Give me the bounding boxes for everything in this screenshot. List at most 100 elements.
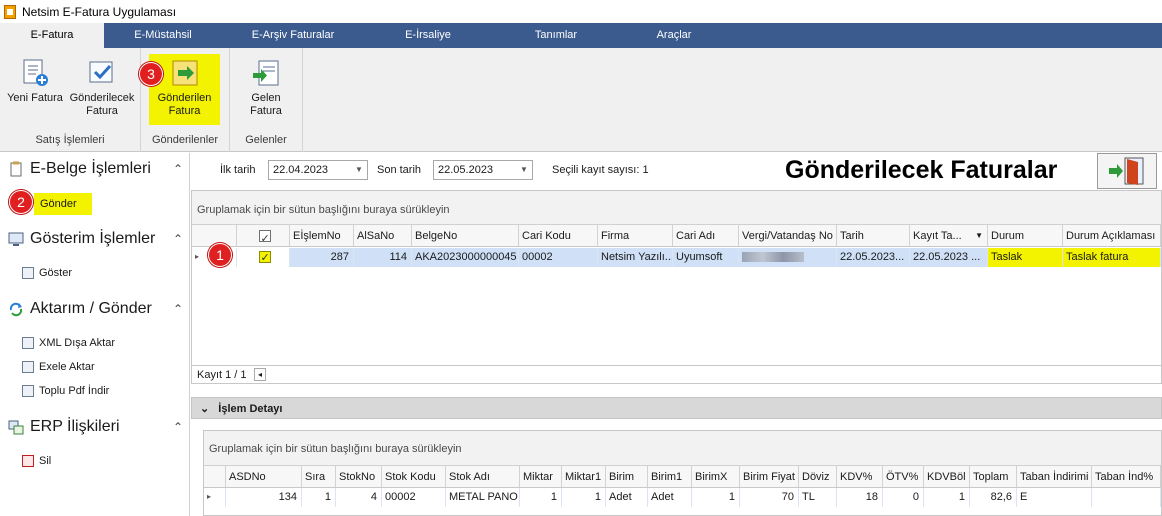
transfer-icon <box>8 301 24 317</box>
incoming-invoice-button[interactable]: Gelen Fatura <box>236 54 296 118</box>
chevron-up-icon[interactable]: ⌃ <box>173 302 183 316</box>
row-indicator-header <box>192 225 237 246</box>
cell-asdno: 134 <box>226 488 302 507</box>
col-stok-adi[interactable]: Stok Adı <box>446 466 520 487</box>
tab-e-arsiv-faturalar[interactable]: E-Arşiv Faturalar <box>222 23 364 48</box>
col-durum-aciklamasi[interactable]: Durum Açıklaması <box>1063 225 1161 246</box>
col-miktar1[interactable]: Miktar1 <box>562 466 606 487</box>
nav-item-excel-export[interactable]: Exele Aktar <box>22 358 95 376</box>
exit-button[interactable] <box>1097 153 1157 189</box>
col-doviz[interactable]: Döviz <box>799 466 837 487</box>
col-otv[interactable]: ÖTV% <box>883 466 924 487</box>
tab-e-fatura[interactable]: E-Fatura <box>0 23 104 49</box>
col-birim[interactable]: Birim <box>606 466 648 487</box>
sent-label-1: Gönderilen <box>157 92 212 104</box>
grid-header: EİşlemNo AlSaNo BelgeNo Cari Kodu Firma … <box>192 225 1161 247</box>
start-date-field[interactable]: 22.04.2023 ▼ <box>268 160 368 180</box>
col-birim1[interactable]: Birim1 <box>648 466 692 487</box>
group-label-satis: Satış İşlemleri <box>35 134 105 146</box>
ribbon-group-incoming: Gelen Fatura Gelenler <box>230 48 303 152</box>
nav-item-pdf-download[interactable]: Toplu Pdf İndir <box>22 382 109 400</box>
invoice-grid: Gruplamak için bir sütun başlığını buray… <box>191 190 1162 384</box>
row-checkbox[interactable] <box>237 248 290 267</box>
window-title: Netsim E-Fatura Uygulaması <box>22 4 177 19</box>
cell-toplam: 82,6 <box>970 488 1017 507</box>
cell-kayit-tarihi: 22.05.2023 ... <box>910 248 988 267</box>
nav-item-pdf-label: Toplu Pdf İndir <box>39 385 110 397</box>
chevron-down-icon[interactable]: ⌄ <box>200 403 209 415</box>
col-firma[interactable]: Firma <box>598 225 673 246</box>
cell-alsano: 114 <box>354 248 412 267</box>
col-cari-kodu[interactable]: Cari Kodu <box>519 225 598 246</box>
detail-row-indicator-header <box>204 466 226 487</box>
cell-belgeno: AKA2023000000045 <box>412 248 519 267</box>
to-send-invoice-button[interactable]: Gönderilecek Fatura <box>68 54 136 118</box>
scroll-left-icon[interactable]: ◂ <box>254 368 266 381</box>
col-sira[interactable]: Sıra <box>302 466 336 487</box>
cell-birim: Adet <box>606 488 648 507</box>
col-cari-adi[interactable]: Cari Adı <box>673 225 739 246</box>
cell-taban-ind-yuzde <box>1092 488 1161 507</box>
tab-tanimlar[interactable]: Tanımlar <box>492 23 620 48</box>
clipboard-icon <box>8 161 24 177</box>
col-asdno[interactable]: ASDNo <box>226 466 302 487</box>
nav-header-erp[interactable]: ERP İlişkileri ⌃ <box>8 415 183 439</box>
cell-durum: Taslak <box>988 248 1063 267</box>
cell-durum-aciklamasi: Taslak fatura <box>1063 248 1161 267</box>
nav-item-xml-export[interactable]: XML Dışa Aktar <box>22 334 115 352</box>
group-by-hint: Gruplamak için bir sütun başlığını buray… <box>192 191 1161 225</box>
cell-stok-adi: METAL PANO <box>446 488 520 507</box>
record-counter: Kayıt 1 / 1 <box>197 369 247 381</box>
nav-header-gosterim[interactable]: Gösterim İşlemler ⌃ <box>8 227 183 251</box>
col-vergi-no[interactable]: Vergi/Vatandaş No <box>739 225 837 246</box>
col-belgeno[interactable]: BelgeNo <box>412 225 519 246</box>
ribbon-tab-bar: E-Fatura E-Müstahsil E-Arşiv Faturalar E… <box>0 23 1162 49</box>
detail-grid-header: ASDNo Sıra StokNo Stok Kodu Stok Adı Mik… <box>204 466 1161 488</box>
cell-sira: 1 <box>302 488 336 507</box>
col-kdv[interactable]: KDV% <box>837 466 883 487</box>
col-eislemno[interactable]: EİşlemNo <box>290 225 354 246</box>
col-miktar[interactable]: Miktar <box>520 466 562 487</box>
select-all-checkbox[interactable] <box>237 225 290 246</box>
col-toplam[interactable]: Toplam <box>970 466 1017 487</box>
end-date-value: 22.05.2023 <box>438 164 494 176</box>
chevron-up-icon[interactable]: ⌃ <box>173 232 183 246</box>
detail-table-row[interactable]: ▸ 134 1 4 00002 METAL PANO 1 1 Adet Adet… <box>204 488 1161 507</box>
cell-miktar: 1 <box>520 488 562 507</box>
page-title: Gönderilecek Faturalar <box>785 156 1058 184</box>
dropdown-arrow-icon[interactable]: ▼ <box>516 161 532 179</box>
tab-e-irsaliye[interactable]: E-İrsaliye <box>364 23 492 48</box>
sent-invoice-button[interactable]: Gönderilen Fatura <box>149 54 220 125</box>
new-invoice-button[interactable]: Yeni Fatura <box>4 54 66 105</box>
col-taban-indirimi[interactable]: Taban İndirimi <box>1017 466 1092 487</box>
nav-item-show[interactable]: Göster <box>22 264 72 282</box>
end-date-field[interactable]: 22.05.2023 ▼ <box>433 160 533 180</box>
nav-header-ebelge[interactable]: E-Belge İşlemleri ⌃ <box>8 157 183 181</box>
col-birim-fiyat[interactable]: Birim Fiyat <box>740 466 799 487</box>
table-row[interactable]: ▸ 287 114 AKA2023000000045 00002 Netsim … <box>192 248 1161 267</box>
col-kdvbol[interactable]: KDVBöl <box>924 466 970 487</box>
col-alsano[interactable]: AlSaNo <box>354 225 412 246</box>
start-date-value: 22.04.2023 <box>273 164 329 176</box>
col-kayit-tarihi[interactable]: Kayıt Ta... ▼ <box>910 225 988 246</box>
col-stokno[interactable]: StokNo <box>336 466 382 487</box>
chevron-up-icon[interactable]: ⌃ <box>173 420 183 434</box>
nav-item-send[interactable]: Gönder <box>34 193 92 215</box>
tab-e-mustahsil[interactable]: E-Müstahsil <box>104 23 222 48</box>
nav-header-aktarim[interactable]: Aktarım / Gönder ⌃ <box>8 297 183 321</box>
col-birimx[interactable]: BirimX <box>692 466 740 487</box>
detail-section-header[interactable]: ⌄ İşlem Detayı <box>191 397 1162 419</box>
step-badge-1: 1 <box>208 243 232 267</box>
dropdown-arrow-icon[interactable]: ▼ <box>351 161 367 179</box>
nav-item-excel-label: Exele Aktar <box>39 361 95 373</box>
col-taban-ind-yuzde[interactable]: Taban İnd% <box>1092 466 1161 487</box>
col-tarih[interactable]: Tarih <box>837 225 910 246</box>
to-send-label-2: Fatura <box>86 105 118 117</box>
chevron-up-icon[interactable]: ⌃ <box>173 162 183 176</box>
col-durum[interactable]: Durum <box>988 225 1063 246</box>
col-stok-kodu[interactable]: Stok Kodu <box>382 466 446 487</box>
cell-taban-indirimi: E <box>1017 488 1092 507</box>
nav-item-delete[interactable]: Sil <box>22 452 51 470</box>
nav-header-gosterim-label: Gösterim İşlemler <box>30 230 156 247</box>
tab-araclar[interactable]: Araçlar <box>620 23 728 48</box>
